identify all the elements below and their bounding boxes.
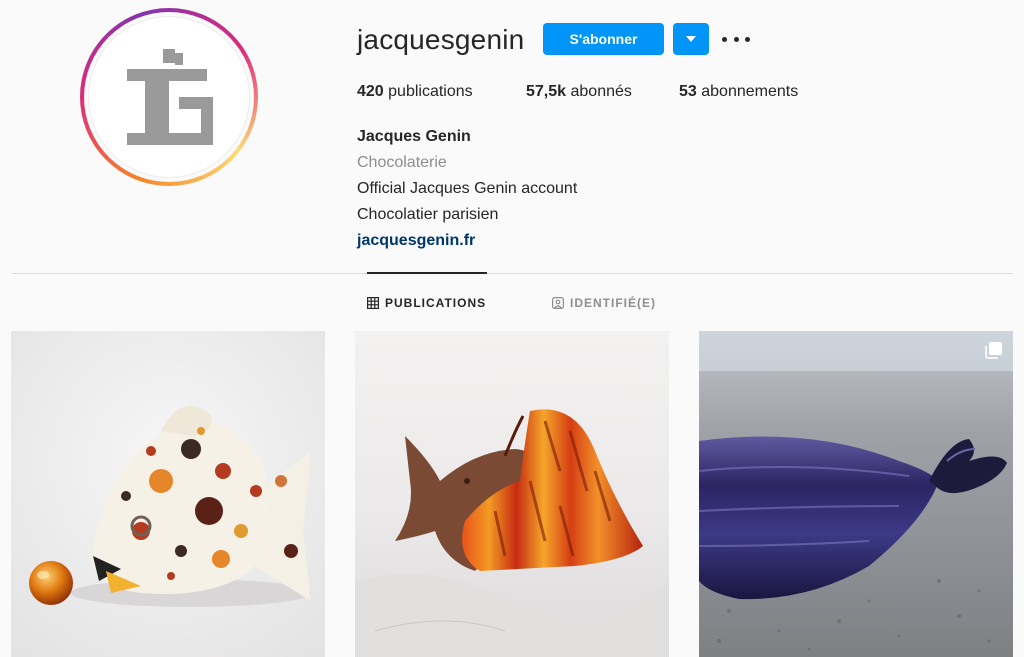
website-link[interactable]: jacquesgenin.fr bbox=[357, 232, 475, 249]
post-thumbnail[interactable] bbox=[355, 331, 669, 657]
profile-bio: Jacques Genin Chocolaterie Official Jacq… bbox=[357, 124, 577, 254]
stat-count: 57,5k bbox=[526, 83, 567, 100]
stat-count: 53 bbox=[679, 83, 697, 100]
avatar-gap bbox=[84, 12, 254, 182]
avatar[interactable] bbox=[88, 16, 250, 178]
stat-label: abonnés bbox=[570, 83, 632, 100]
bio-line: Chocolatier parisien bbox=[357, 206, 499, 223]
suggestions-dropdown-button[interactable] bbox=[673, 23, 709, 55]
grid-icon bbox=[367, 297, 379, 309]
post-image bbox=[11, 331, 325, 657]
story-ring[interactable] bbox=[80, 8, 258, 186]
profile-category: Chocolaterie bbox=[357, 154, 447, 171]
post-image bbox=[355, 331, 669, 657]
follow-button[interactable]: S'abonner bbox=[543, 23, 664, 55]
stat-following[interactable]: 53 abonnements bbox=[679, 83, 798, 101]
tab-label: IDENTIFIÉ(E) bbox=[570, 296, 656, 310]
chevron-down-icon bbox=[686, 36, 696, 42]
post-thumbnail[interactable] bbox=[699, 331, 1013, 657]
profile-full-name: Jacques Genin bbox=[357, 128, 471, 145]
profile-username: jacquesgenin bbox=[357, 24, 525, 55]
more-dot-icon bbox=[745, 36, 750, 42]
tabs-divider bbox=[12, 273, 1013, 274]
tagged-icon bbox=[552, 297, 564, 309]
stat-count: 420 bbox=[357, 83, 384, 100]
stat-followers[interactable]: 57,5k abonnés bbox=[526, 83, 632, 101]
tab-tagged[interactable]: IDENTIFIÉ(E) bbox=[552, 296, 656, 310]
post-image bbox=[699, 331, 1013, 657]
active-tab-indicator bbox=[367, 272, 487, 274]
more-dot-icon bbox=[733, 36, 739, 42]
multiple-photos-icon bbox=[985, 342, 1002, 359]
tab-label: PUBLICATIONS bbox=[385, 296, 487, 310]
more-options-button[interactable] bbox=[722, 28, 750, 50]
tab-publications[interactable]: PUBLICATIONS bbox=[367, 296, 486, 310]
stat-label: publications bbox=[388, 83, 473, 100]
stat-publications: 420 publications bbox=[357, 83, 473, 101]
jg-logo-icon bbox=[127, 49, 213, 145]
post-thumbnail[interactable] bbox=[11, 331, 325, 657]
bio-line: Official Jacques Genin account bbox=[357, 180, 578, 197]
more-dot-icon bbox=[722, 36, 727, 42]
stat-label: abonnements bbox=[701, 83, 799, 100]
